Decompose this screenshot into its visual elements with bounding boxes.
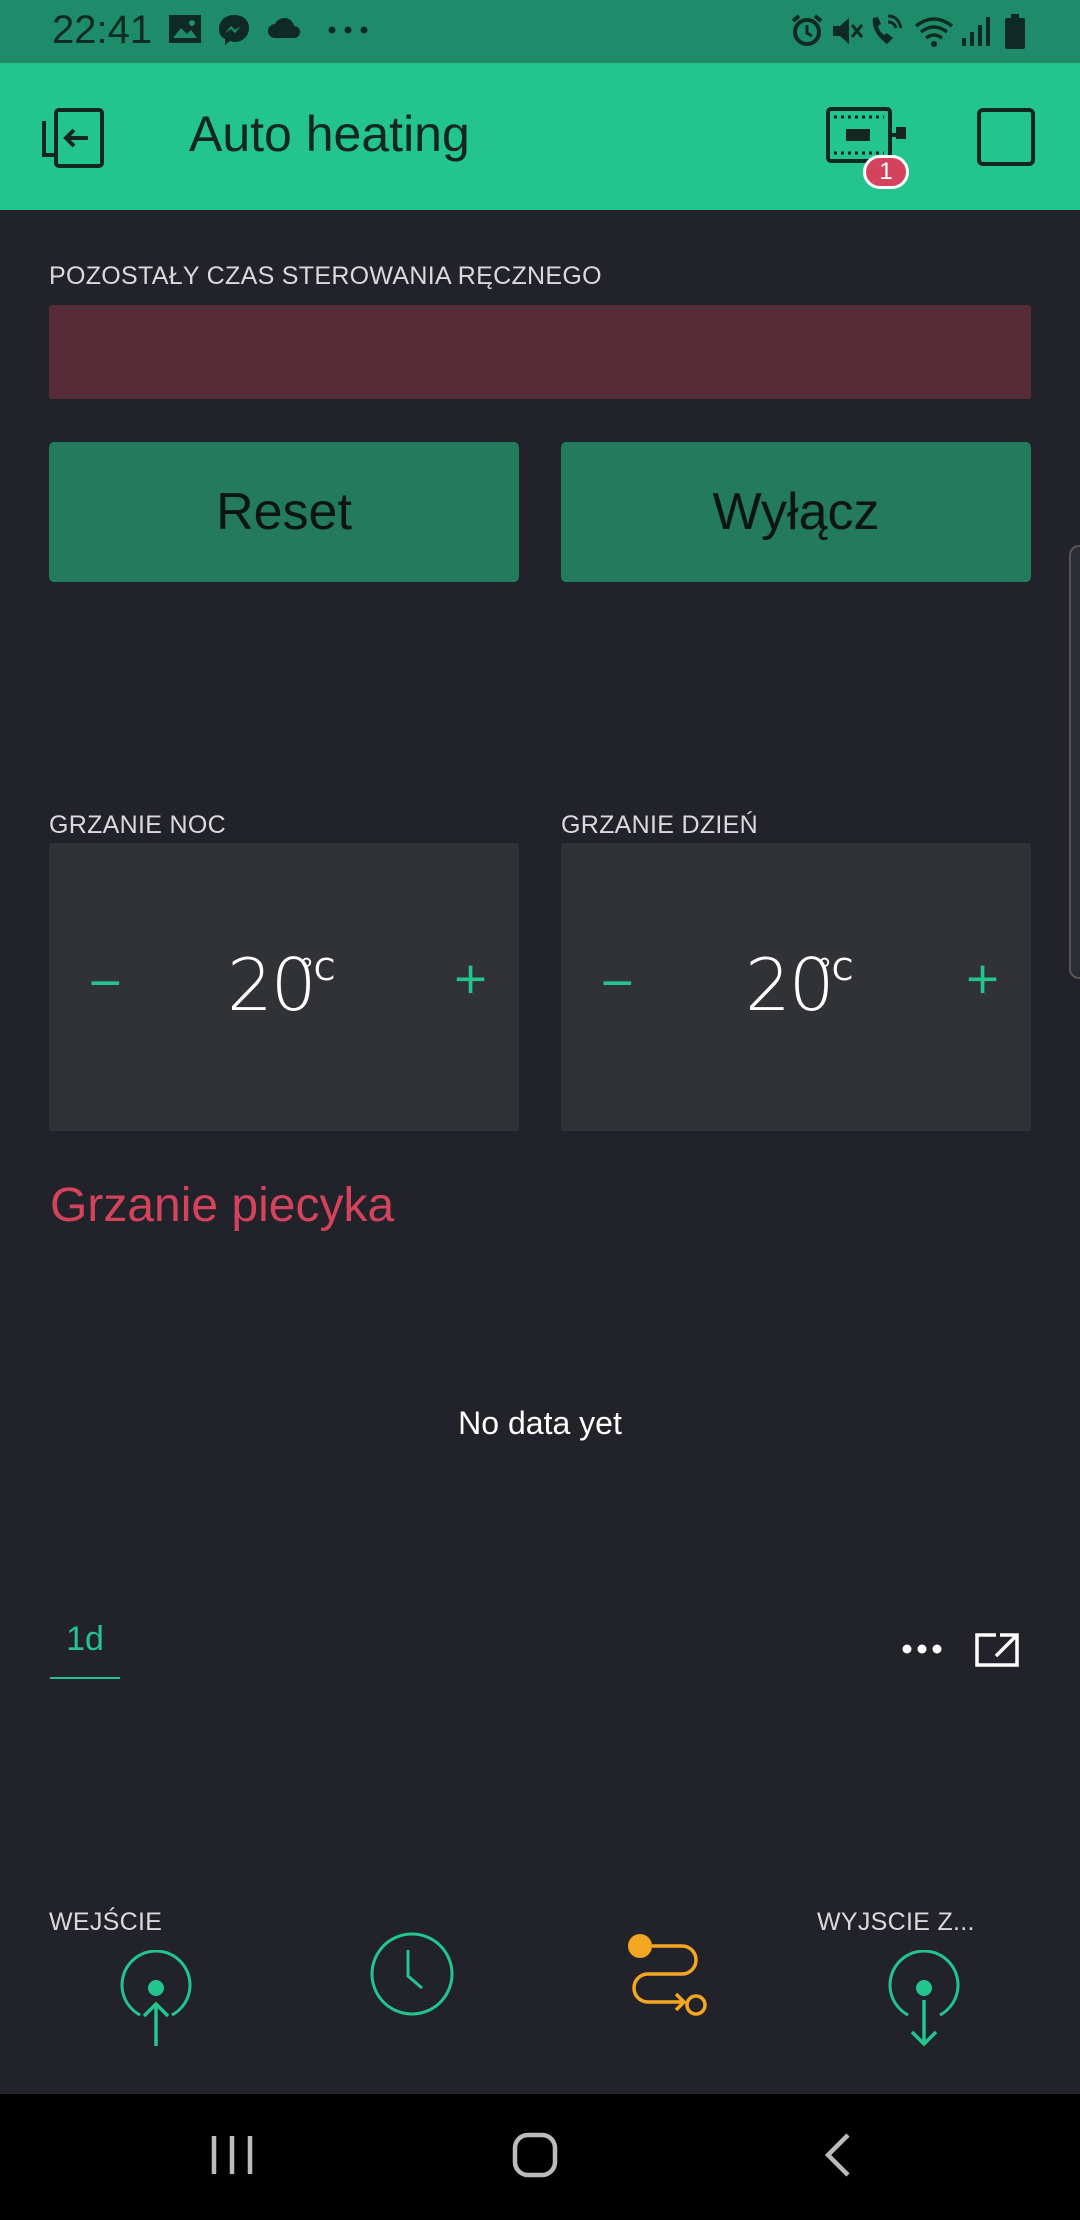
home-icon[interactable]: [512, 2132, 558, 2178]
input-pin-icon[interactable]: [118, 1950, 194, 2050]
wifi-icon: [914, 17, 954, 47]
more-dots-icon: [328, 26, 368, 34]
scroll-handle[interactable]: [1069, 545, 1080, 979]
device-button[interactable]: 1: [826, 107, 916, 202]
day-increment-button[interactable]: +: [964, 953, 1001, 1004]
chart-title: Grzanie piecyka: [50, 1179, 395, 1232]
gallery-icon: [169, 15, 201, 43]
manual-control-display: [49, 305, 1031, 399]
page-title: Auto heating: [189, 106, 470, 162]
day-decrement-button[interactable]: −: [599, 957, 636, 1008]
stop-icon[interactable]: [976, 107, 1036, 167]
wifi-call-icon: [872, 14, 902, 44]
signal-icon: [962, 17, 990, 46]
cloud-icon: [268, 17, 300, 38]
day-heating-unit: °C: [817, 953, 853, 988]
night-decrement-button[interactable]: −: [87, 957, 124, 1008]
fullscreen-icon[interactable]: [974, 1632, 1020, 1668]
system-nav-bar: [0, 2094, 1080, 2220]
range-tab-1d[interactable]: 1d: [50, 1620, 120, 1659]
exit-icon[interactable]: [42, 107, 106, 169]
eventor-icon[interactable]: [626, 1932, 710, 2020]
output-label: WYJSCIE Z...: [817, 1908, 975, 1936]
input-label: WEJŚCIE: [49, 1908, 163, 1936]
status-bar: 22:41: [0, 0, 1080, 63]
night-increment-button[interactable]: +: [452, 953, 489, 1004]
range-tab-underline: [50, 1677, 120, 1679]
day-heating-label: GRZANIE DZIEŃ: [561, 811, 758, 839]
messenger-icon: [219, 15, 249, 45]
chart-empty-message: No data yet: [458, 1405, 622, 1441]
recent-apps-icon[interactable]: [210, 2134, 254, 2176]
night-heating-unit: °C: [299, 953, 335, 988]
timer-clock-icon[interactable]: [368, 1930, 456, 2018]
app-bar: Auto heating 1: [0, 63, 1080, 210]
manual-control-label: POZOSTAŁY CZAS STEROWANIA RĘCZNEGO: [49, 262, 602, 290]
day-heating-stepper: − 20 °C +: [561, 843, 1031, 1131]
reset-button[interactable]: Reset: [49, 442, 519, 582]
more-options-icon[interactable]: [902, 1643, 942, 1655]
status-time: 22:41: [52, 8, 153, 52]
alarm-icon: [791, 14, 823, 46]
off-button[interactable]: Wyłącz: [561, 442, 1031, 582]
device-badge: 1: [863, 155, 909, 189]
battery-icon: [1005, 14, 1025, 49]
night-heating-stepper: − 20 °C +: [49, 843, 519, 1131]
output-pin-icon[interactable]: [886, 1950, 962, 2050]
mute-icon: [833, 18, 864, 44]
back-icon[interactable]: [822, 2132, 852, 2178]
night-heating-label: GRZANIE NOC: [49, 811, 226, 839]
